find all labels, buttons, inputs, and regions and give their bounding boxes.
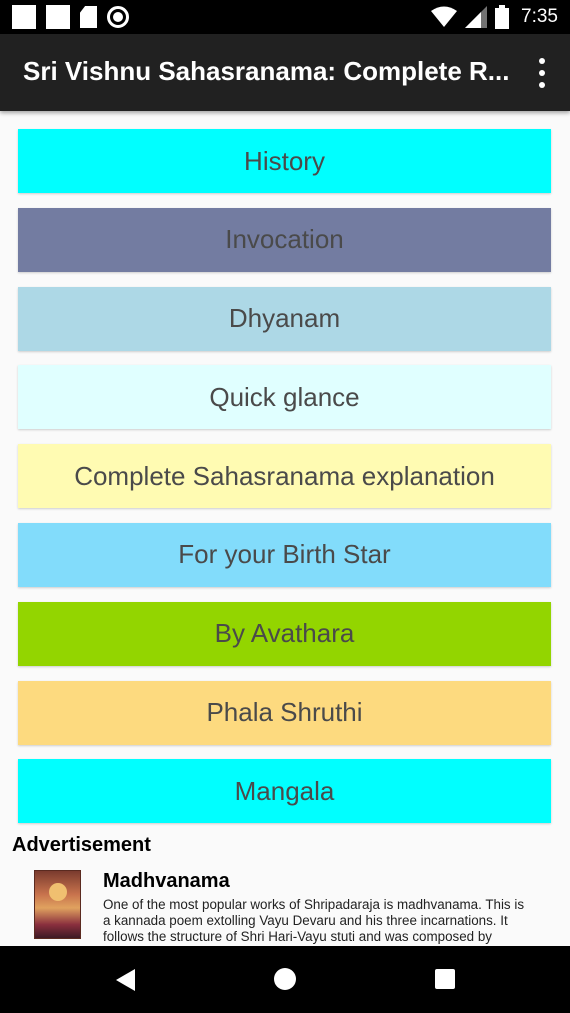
home-icon[interactable] <box>274 968 296 990</box>
circle-sync-icon <box>107 6 129 28</box>
app-bar: Sri Vishnu Sahasranama: Complete R... <box>0 34 570 111</box>
menu-button-by-avathara[interactable]: By Avathara <box>18 601 551 666</box>
recents-icon[interactable] <box>435 969 455 989</box>
status-bar: 7:35 <box>0 0 570 34</box>
navigation-bar <box>0 946 570 1013</box>
menu-button-label: Quick glance <box>209 381 360 412</box>
signal-icon <box>465 6 488 28</box>
menu-button-dhyanam[interactable]: Dhyanam <box>18 286 551 351</box>
menu-button-phala-shruthi[interactable]: Phala Shruthi <box>18 680 551 745</box>
menu-list: History Invocation Dhyanam Quick glance Comp… <box>18 129 551 838</box>
menu-button-label: Dhyanam <box>228 303 341 334</box>
ad-title[interactable]: Madhvanama <box>103 870 230 893</box>
notification-square-icon <box>12 5 36 29</box>
app-title: Sri Vishnu Sahasranama: Complete R... <box>23 56 510 86</box>
menu-button-label: Complete Sahasranama explanation <box>74 460 495 491</box>
menu-button-mangala[interactable]: Mangala <box>18 759 551 824</box>
advertisement-heading: Advertisement <box>12 834 151 856</box>
wifi-icon <box>431 6 458 27</box>
menu-button-label: Phala Shruthi <box>206 697 363 728</box>
menu-button-label: For your Birth Star <box>178 539 391 570</box>
system-icons: 7:35 <box>431 5 558 29</box>
more-vert-icon[interactable] <box>536 58 548 88</box>
menu-button-quick-glance[interactable]: Quick glance <box>18 365 551 430</box>
menu-button-invocation[interactable]: Invocation <box>18 207 551 272</box>
menu-button-birth-star[interactable]: For your Birth Star <box>18 522 551 587</box>
battery-icon <box>495 5 510 29</box>
ad-description[interactable]: One of the most popular works of Shripad… <box>103 897 533 946</box>
menu-button-label: By Avathara <box>214 618 355 649</box>
menu-button-label: History <box>244 145 325 176</box>
ad-thumbnail-image[interactable] <box>34 870 81 939</box>
sd-card-icon <box>80 6 97 28</box>
menu-button-history[interactable]: History <box>18 129 551 193</box>
menu-button-label: Invocation <box>225 224 344 255</box>
status-time: 7:35 <box>521 6 558 27</box>
notification-icons <box>12 5 129 29</box>
menu-button-label: Mangala <box>234 775 335 806</box>
notification-square-icon <box>46 5 70 29</box>
back-icon[interactable] <box>116 969 135 991</box>
menu-button-complete-explanation[interactable]: Complete Sahasranama explanation <box>18 444 551 509</box>
